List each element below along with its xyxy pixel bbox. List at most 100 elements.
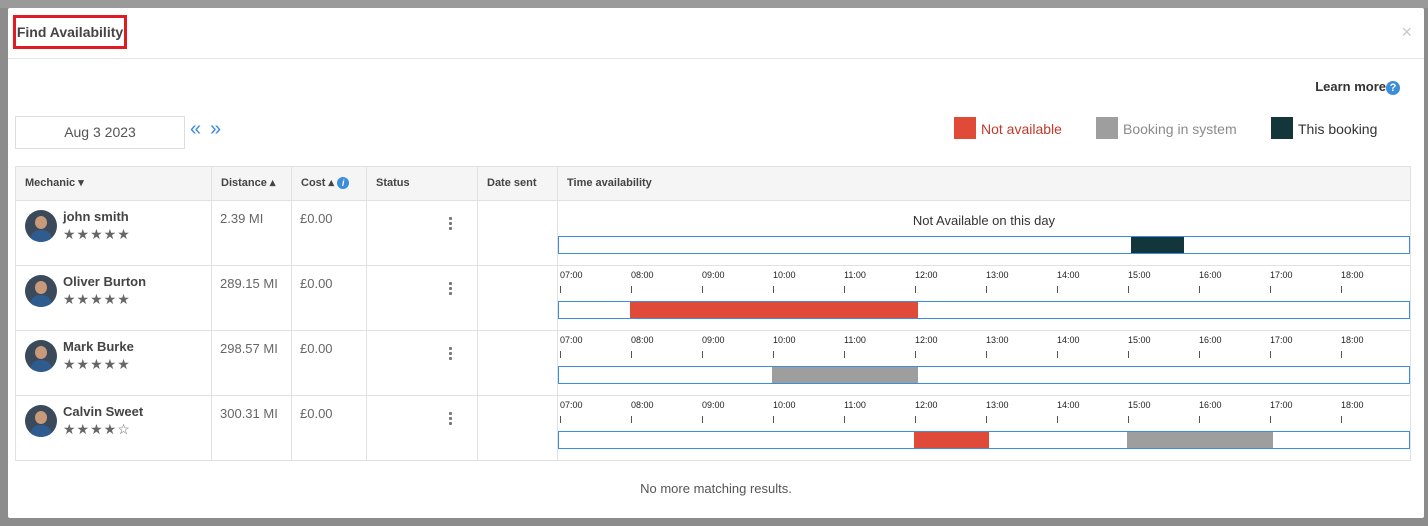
date-field[interactable]: Aug 3 2023 <box>15 116 185 149</box>
distance-cell: 289.15 MI <box>212 266 292 330</box>
mechanic-name[interactable]: john smith <box>63 209 129 224</box>
availability-table: Mechanic ▾ Distance ▴ Cost ▴ i Status Da… <box>15 166 1411 461</box>
legend-swatch-this-booking <box>1271 117 1293 139</box>
mechanic-name[interactable]: Calvin Sweet <box>63 404 143 419</box>
distance-cell: 300.31 MI <box>212 396 292 460</box>
column-status: Status <box>367 167 478 200</box>
mechanic-cell: john smith ★★★★★ <box>16 201 212 265</box>
hour-label: 18:00 <box>1341 335 1364 345</box>
table-row: Mark Burke ★★★★★ 298.57 MI £0.00 07:00 08… <box>16 331 1410 396</box>
status-cell <box>367 396 478 460</box>
hour-tick <box>1341 416 1342 423</box>
close-icon[interactable]: × <box>1401 22 1412 43</box>
availability-bar[interactable] <box>558 431 1410 449</box>
cost-value: £0.00 <box>300 211 333 226</box>
more-options-icon[interactable] <box>449 412 453 427</box>
date-sent-cell <box>478 266 558 330</box>
next-day-icon[interactable]: » <box>210 119 221 139</box>
hour-tick <box>560 351 561 358</box>
legend-swatch-booking-in-system <box>1096 117 1118 139</box>
distance-cell: 2.39 MI <box>212 201 292 265</box>
hour-label: 12:00 <box>915 270 938 280</box>
modal-header: Find Availability × <box>8 8 1424 59</box>
more-options-icon[interactable] <box>449 347 453 362</box>
hour-tick <box>986 286 987 293</box>
table-body: john smith ★★★★★ 2.39 MI £0.00 Not Avail… <box>16 201 1410 460</box>
hour-label: 13:00 <box>986 335 1009 345</box>
column-date-sent: Date sent <box>478 167 558 200</box>
mechanic-cell: Calvin Sweet ★★★★☆ <box>16 396 212 460</box>
mechanic-name[interactable]: Mark Burke <box>63 339 134 354</box>
column-distance[interactable]: Distance ▴ <box>212 167 292 200</box>
previous-day-icon[interactable]: « <box>190 119 201 139</box>
avatar <box>25 275 57 307</box>
hour-tick <box>631 416 632 423</box>
hour-tick <box>1199 351 1200 358</box>
not-available-block <box>914 432 989 448</box>
hour-tick <box>631 286 632 293</box>
availability-bar[interactable] <box>558 236 1410 254</box>
hour-tick <box>844 416 845 423</box>
table-header: Mechanic ▾ Distance ▴ Cost ▴ i Status Da… <box>16 167 1410 201</box>
hour-tick <box>631 351 632 358</box>
hour-label: 15:00 <box>1128 400 1151 410</box>
hour-tick <box>702 286 703 293</box>
hour-label: 08:00 <box>631 400 654 410</box>
hour-tick <box>1270 286 1271 293</box>
hour-label: 18:00 <box>1341 400 1364 410</box>
time-availability-cell: 07:00 08:00 09:00 10:00 11:00 12:00 13:00 14:00… <box>558 331 1410 395</box>
not-available-day-text: Not Available on this day <box>912 213 1056 228</box>
hour-label: 15:00 <box>1128 335 1151 345</box>
hour-label: 16:00 <box>1199 400 1222 410</box>
hour-label: 08:00 <box>631 270 654 280</box>
rating-stars: ★★★★★ <box>63 356 131 372</box>
legend-swatch-not-available <box>954 117 976 139</box>
column-mechanic[interactable]: Mechanic ▾ <box>16 167 212 200</box>
learn-more-link[interactable]: Learn more <box>1315 79 1386 94</box>
background-page <box>0 0 1428 8</box>
cost-cell: £0.00 <box>292 331 367 395</box>
distance-value: 298.57 MI <box>220 341 278 356</box>
legend-label-this-booking: This booking <box>1298 121 1378 137</box>
column-distance-label: Distance <box>221 177 267 189</box>
hour-tick <box>915 351 916 358</box>
hour-label: 12:00 <box>915 400 938 410</box>
column-time-availability: Time availability <box>567 177 652 189</box>
help-icon[interactable]: ? <box>1386 81 1400 95</box>
hour-tick <box>1199 416 1200 423</box>
hour-label: 08:00 <box>631 335 654 345</box>
status-cell <box>367 266 478 330</box>
hour-tick <box>844 286 845 293</box>
hour-label: 17:00 <box>1270 400 1293 410</box>
sort-asc-icon: ▴ <box>269 177 276 189</box>
hour-tick <box>702 416 703 423</box>
hour-tick <box>1057 416 1058 423</box>
rating-stars: ★★★★★ <box>63 226 131 242</box>
more-options-icon[interactable] <box>449 282 453 297</box>
column-cost[interactable]: Cost ▴ i <box>292 167 367 200</box>
date-sent-cell <box>478 201 558 265</box>
distance-cell: 298.57 MI <box>212 331 292 395</box>
info-icon[interactable]: i <box>337 177 350 189</box>
hour-label: 11:00 <box>844 400 866 410</box>
time-availability-cell: 07:00 08:00 09:00 10:00 11:00 12:00 13:00 14:00… <box>558 266 1410 330</box>
hour-label: 18:00 <box>1341 270 1364 280</box>
table-row: Calvin Sweet ★★★★☆ 300.31 MI £0.00 07:00… <box>16 396 1410 460</box>
hour-tick <box>702 351 703 358</box>
hour-label: 13:00 <box>986 400 1009 410</box>
distance-value: 289.15 MI <box>220 276 278 291</box>
find-availability-modal: Find Availability × Learn more ? Aug 3 2… <box>8 8 1424 518</box>
rating-stars: ★★★★★ <box>63 291 131 307</box>
cost-value: £0.00 <box>300 406 333 421</box>
hour-tick <box>773 416 774 423</box>
hour-tick <box>773 351 774 358</box>
hour-tick <box>1341 351 1342 358</box>
availability-bar[interactable] <box>558 366 1410 384</box>
hour-label: 14:00 <box>1057 335 1080 345</box>
hour-tick <box>1341 286 1342 293</box>
hour-tick <box>1057 351 1058 358</box>
mechanic-name[interactable]: Oliver Burton <box>63 274 146 289</box>
no-more-results-text: No more matching results. <box>640 481 792 496</box>
more-options-icon[interactable] <box>449 217 453 232</box>
availability-bar[interactable] <box>558 301 1410 319</box>
